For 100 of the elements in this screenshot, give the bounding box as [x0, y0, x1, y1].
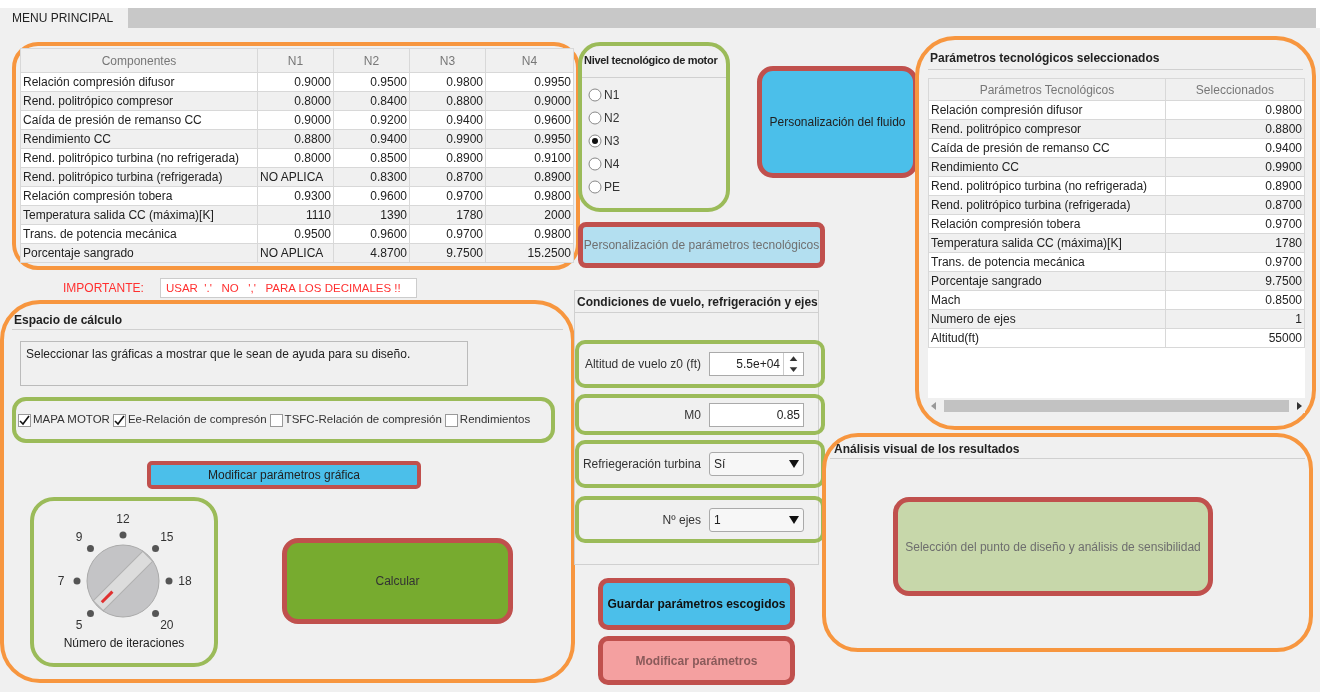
table-cell: 0.9700 — [1165, 214, 1305, 234]
table-cell: Relación compresión tobera — [928, 214, 1166, 234]
checkbox[interactable] — [269, 413, 283, 427]
table-cell: 0.8900 — [485, 167, 574, 187]
table-cell: Caída de presión de remanso CC — [20, 110, 258, 130]
checkbox-label: Ee-Relación de compresón — [127, 412, 267, 428]
table-cell: 0.8800 — [1165, 119, 1305, 139]
rotary-knob[interactable] — [86, 544, 160, 618]
checkbox-label: Rendimientos — [459, 412, 531, 428]
table-cell: 0.9900 — [1165, 157, 1305, 177]
table-cell: Trans. de potencia mecánica — [928, 252, 1166, 272]
radio-button[interactable] — [588, 157, 602, 171]
table-cell: 0.9900 — [409, 129, 486, 149]
column-header: N1 — [257, 48, 334, 73]
table-cell: Relación compresión difusor — [20, 72, 258, 92]
altitude-spinner[interactable]: 5.5e+04 — [709, 352, 804, 376]
table-cell: NO APLICA — [257, 243, 334, 263]
horizontal-scrollbar[interactable] — [928, 398, 1305, 413]
modify-graph-button[interactable]: Modificar parámetros gráfica — [147, 461, 421, 489]
knob-tick-label: 15 — [159, 531, 175, 544]
field-label: Refriegeración turbina — [581, 456, 701, 473]
table-cell: 0.9000 — [257, 72, 334, 92]
table-cell: 55000 — [1165, 328, 1305, 348]
radio-label: N3 — [604, 133, 620, 150]
table-cell: 0.8300 — [333, 167, 410, 187]
table-cell: Rend. politrópico turbina (refrigerada) — [928, 195, 1166, 215]
table-cell: Rend. politrópico compresor — [928, 119, 1166, 139]
table-cell: 0.8700 — [409, 167, 486, 187]
tick-dot — [152, 610, 160, 618]
field-label: Altitud de vuelo z0 (ft) — [583, 356, 701, 373]
table-cell: 4.8700 — [333, 243, 410, 263]
table-cell: 1 — [1165, 309, 1305, 329]
table-cell: 0.9600 — [485, 110, 574, 130]
table-cell: 0.9800 — [1165, 100, 1305, 120]
calculate-button[interactable]: Calcular — [282, 538, 513, 624]
radio-button[interactable] — [588, 134, 602, 148]
tick-dot — [73, 577, 81, 585]
table-cell: 0.8700 — [1165, 195, 1305, 215]
table-cell: Relación compresión difusor — [928, 100, 1166, 120]
table-cell: 1780 — [409, 205, 486, 225]
table-cell: 0.8000 — [257, 91, 334, 111]
table-cell: 0.8900 — [1165, 176, 1305, 196]
checkbox[interactable] — [18, 413, 31, 427]
caret-icon — [789, 515, 799, 524]
knob-tick-label: 12 — [115, 513, 131, 525]
knob-label: Número de iteraciones — [62, 635, 186, 652]
table-cell: 0.9800 — [485, 224, 574, 244]
checkbox[interactable] — [444, 413, 458, 427]
table-cell: Porcentaje sangrado — [20, 243, 258, 263]
table-cell: Porcentaje sangrado — [928, 271, 1166, 291]
radio-button[interactable] — [588, 111, 602, 125]
table-cell: 0.9950 — [485, 129, 574, 149]
fluid-customization-button[interactable]: Personalización del fluido — [757, 66, 918, 178]
radio-button[interactable] — [588, 88, 602, 102]
knob-tick-label: 7 — [56, 575, 66, 587]
mach-input-field[interactable]: 0.85 — [709, 402, 804, 427]
save-parameters-button[interactable]: Guardar parámetros escogidos — [598, 578, 795, 630]
tick-dot — [86, 610, 94, 618]
warning-label: IMPORTANTE: — [63, 280, 144, 297]
dropdown[interactable]: 1 — [709, 507, 804, 532]
radio-label: N1 — [604, 87, 620, 104]
dropdown[interactable]: Sí — [709, 452, 804, 476]
panel-title: Condiciones de vuelo, refrigeración y ejes — [575, 291, 818, 313]
table-cell: Rend. politrópico turbina (refrigerada) — [20, 167, 258, 187]
main-menu-tab[interactable]: MENU PRINCIPAL — [0, 8, 128, 28]
radio-label: PE — [604, 179, 620, 196]
radio-label: N2 — [604, 110, 620, 127]
table-cell: 1780 — [1165, 233, 1305, 253]
table-cell: Mach — [928, 290, 1166, 310]
knob-tick-label: 18 — [177, 575, 193, 587]
table-cell: 0.9400 — [1165, 138, 1305, 158]
table-cell: Caída de presión de remanso CC — [928, 138, 1166, 158]
table-cell: Trans. de potencia mecánica — [20, 224, 258, 244]
table-cell: Rend. politrópico compresor — [20, 91, 258, 111]
checkbox[interactable] — [112, 413, 126, 427]
table-cell: 0.9400 — [333, 129, 410, 149]
radio-button[interactable] — [588, 180, 602, 194]
table-cell: 2000 — [485, 205, 574, 225]
column-header: Componentes — [20, 48, 258, 73]
table-cell: 0.9950 — [485, 72, 574, 92]
info-text: Seleccionar las gráficas a mostrar que le sean de ayuda para su diseño. — [20, 341, 468, 386]
table-cell: 0.8900 — [409, 148, 486, 168]
table-cell: 0.9000 — [485, 91, 574, 111]
scrollbar-thumb[interactable] — [944, 399, 1289, 412]
table-cell: Temperatura salida CC (máxima)[K] — [928, 233, 1166, 253]
tick-dot — [119, 531, 127, 539]
table-cell: 1390 — [333, 205, 410, 225]
table-cell: Relación compresión tobera — [20, 186, 258, 206]
group-title: Nivel tecnológico de motor — [584, 53, 719, 68]
knob-tick-label: 5 — [74, 618, 84, 631]
table-cell: Numero de ejes — [928, 309, 1166, 329]
column-header: N2 — [333, 48, 410, 73]
tick-dot — [86, 544, 94, 552]
scroll-right-icon[interactable] — [1295, 401, 1303, 410]
checkbox-label: TSFC-Relación de compresión — [284, 412, 442, 428]
table-cell: 0.9500 — [333, 72, 410, 92]
table-cell: Rend. politrópico turbina (no refrigerada) — [928, 176, 1166, 196]
scroll-left-icon[interactable] — [930, 401, 938, 410]
radio-label: N4 — [604, 156, 620, 173]
table-cell: 0.9300 — [257, 186, 334, 206]
